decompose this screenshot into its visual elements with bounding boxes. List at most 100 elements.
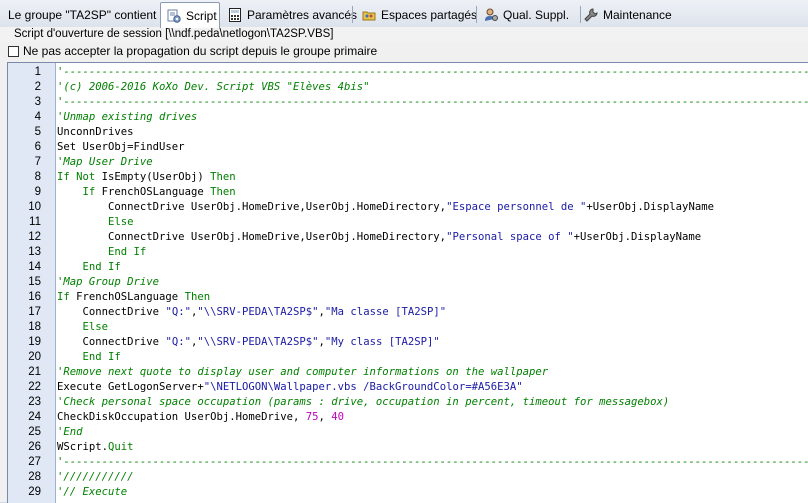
code-lines: 1 '--------------------------------------… <box>8 65 808 500</box>
tab-shared-spaces-label: Espaces partagés <box>381 7 478 22</box>
script-path-label: Script d'ouverture de session [\\ndf.ped… <box>0 27 808 42</box>
code-token: "Personal space of " <box>446 231 574 243</box>
line-number: 15 <box>28 276 41 288</box>
line-number: 6 <box>34 141 41 153</box>
code-token: 'Map User Drive <box>57 156 153 168</box>
line-number: 20 <box>28 351 41 363</box>
code-line[interactable]: 13 End If <box>8 245 808 260</box>
tab-separator <box>476 6 477 23</box>
code-text: ConnectDrive "Q:","\\SRV-PEDA\TA2SP$","M… <box>57 335 440 350</box>
script-panel: Script d'ouverture de session [\\ndf.ped… <box>0 27 808 503</box>
code-token: '// Execute <box>57 486 128 498</box>
code-text: If FrenchOSLanguage Then <box>57 290 210 305</box>
code-text: Else <box>57 320 109 335</box>
wrench-icon <box>584 7 598 22</box>
line-number: 18 <box>28 321 41 333</box>
code-text: Set UserObj=FindUser <box>57 140 185 155</box>
code-line[interactable]: 7 'Map User Drive <box>8 155 808 170</box>
code-text: UnconnDrives <box>57 125 134 140</box>
code-token: "\\SRV-PEDA\TA2SP$" <box>197 306 319 318</box>
code-line[interactable]: 4 'Unmap existing drives <box>8 110 808 125</box>
code-token: Set UserObj=FindUser <box>57 141 185 153</box>
line-number: 11 <box>29 216 41 228</box>
code-line[interactable]: 10 ConnectDrive UserObj.HomeDrive,UserOb… <box>8 200 808 215</box>
line-number: 29 <box>28 486 41 498</box>
tab-maintenance[interactable]: Maintenance <box>578 3 678 26</box>
code-text: '---------------------------------------… <box>57 455 808 470</box>
code-line[interactable]: 17 ConnectDrive "Q:","\\SRV-PEDA\TA2SP$"… <box>8 305 808 320</box>
code-line[interactable]: 20 End If <box>8 350 808 365</box>
code-token: End If <box>57 351 121 363</box>
code-line[interactable]: 26 WScript.Quit <box>8 440 808 455</box>
code-line[interactable]: 14 End If <box>8 260 808 275</box>
propagation-option[interactable]: Ne pas accepter la propagation du script… <box>0 42 808 60</box>
line-number: 5 <box>34 126 41 138</box>
code-line[interactable]: 8 If Not IsEmpty(UserObj) Then <box>8 170 808 185</box>
tab-qual-suppl[interactable]: Qual. Suppl. <box>478 3 581 26</box>
tab-group-members-label: Le groupe "TA2SP" contient <box>8 7 157 22</box>
line-number: 27 <box>28 456 41 468</box>
code-token: Then <box>210 186 236 198</box>
code-line[interactable]: 22 Execute GetLogonServer+"\NETLOGON\Wall… <box>8 380 808 395</box>
line-number: 24 <box>28 411 41 423</box>
code-editor[interactable]: 1 '--------------------------------------… <box>7 62 808 503</box>
code-token: "\\SRV-PEDA\TA2SP$" <box>197 336 319 348</box>
tab-separator <box>352 6 353 23</box>
line-number: 19 <box>28 336 41 348</box>
code-text: End If <box>57 260 121 275</box>
tab-shared-spaces[interactable]: Espaces partagés <box>356 3 478 26</box>
propagation-checkbox-label: Ne pas accepter la propagation du script… <box>23 44 378 58</box>
tab-script-label: Script <box>186 8 217 23</box>
user-settings-icon <box>484 8 498 22</box>
code-line[interactable]: 15 'Map Group Drive <box>8 275 808 290</box>
line-number: 4 <box>34 111 41 123</box>
code-text: CheckDiskOccupation UserObj.HomeDrive, 7… <box>57 410 344 425</box>
code-token: 'Remove next quote to display user and c… <box>57 366 549 378</box>
line-number: 2 <box>34 81 41 93</box>
code-token: FrenchOSLanguage <box>101 186 211 198</box>
code-token: ConnectDrive <box>57 306 166 318</box>
code-token: UnconnDrives <box>57 126 134 138</box>
code-token: End If <box>57 261 121 273</box>
code-token: Then <box>210 171 236 183</box>
tab-script[interactable]: Script <box>160 2 220 28</box>
code-token: 'Unmap existing drives <box>57 111 198 123</box>
code-line[interactable]: 18 Else <box>8 320 808 335</box>
code-line[interactable]: 25 'End <box>8 425 808 440</box>
code-line[interactable]: 5 UnconnDrives <box>8 125 808 140</box>
code-text: ConnectDrive UserObj.HomeDrive,UserObj.H… <box>57 230 701 245</box>
code-line[interactable]: 3 '--------------------------------------… <box>8 95 808 110</box>
line-number: 23 <box>28 396 41 408</box>
tab-group-members[interactable]: Le groupe "TA2SP" contient <box>2 3 163 26</box>
code-line[interactable]: 24 CheckDiskOccupation UserObj.HomeDrive,… <box>8 410 808 425</box>
code-line[interactable]: 1 '--------------------------------------… <box>8 65 808 80</box>
code-token: ConnectDrive UserObj.HomeDrive,UserObj.H… <box>57 201 447 213</box>
code-line[interactable]: 28 '/////////// <box>8 470 808 485</box>
calculator-icon <box>228 7 242 22</box>
code-token: '(c) 2006-2016 KoXo Dev. Script VBS "Elè… <box>57 81 370 93</box>
code-line[interactable]: 11 Else <box>8 215 808 230</box>
code-line[interactable]: 27 '-------------------------------------… <box>8 455 808 470</box>
code-line[interactable]: 23 'Check personal space occupation (para… <box>8 395 808 410</box>
tab-advanced-settings[interactable]: Paramètres avancés <box>222 3 357 26</box>
code-token: CheckDiskOccupation UserObj.HomeDrive, <box>57 411 306 423</box>
code-line[interactable]: 16 If FrenchOSLanguage Then <box>8 290 808 305</box>
line-number: 13 <box>28 246 41 258</box>
code-line[interactable]: 21 'Remove next quote to display user and… <box>8 365 808 380</box>
code-text: 'Check personal space occupation (params… <box>57 395 669 410</box>
line-number: 14 <box>28 261 41 273</box>
code-line[interactable]: 19 ConnectDrive "Q:","\\SRV-PEDA\TA2SP$"… <box>8 335 808 350</box>
code-text: '// Execute <box>57 485 127 500</box>
code-line[interactable]: 9 If FrenchOSLanguage Then <box>8 185 808 200</box>
code-line[interactable]: 29 '// Execute <box>8 485 808 500</box>
line-number: 9 <box>34 186 41 198</box>
code-token: Then <box>184 291 211 303</box>
code-line[interactable]: 2 '(c) 2006-2016 KoXo Dev. Script VBS "El… <box>8 80 808 95</box>
code-line[interactable]: 12 ConnectDrive UserObj.HomeDrive,UserOb… <box>8 230 808 245</box>
propagation-checkbox[interactable] <box>8 45 19 57</box>
code-token: FrenchOSLanguage <box>76 291 185 303</box>
code-token: '---------------------------------------… <box>57 456 808 468</box>
code-line[interactable]: 6 Set UserObj=FindUser <box>8 140 808 155</box>
code-text: '(c) 2006-2016 KoXo Dev. Script VBS "Elè… <box>57 80 370 95</box>
tab-advanced-settings-label: Paramètres avancés <box>247 7 358 22</box>
